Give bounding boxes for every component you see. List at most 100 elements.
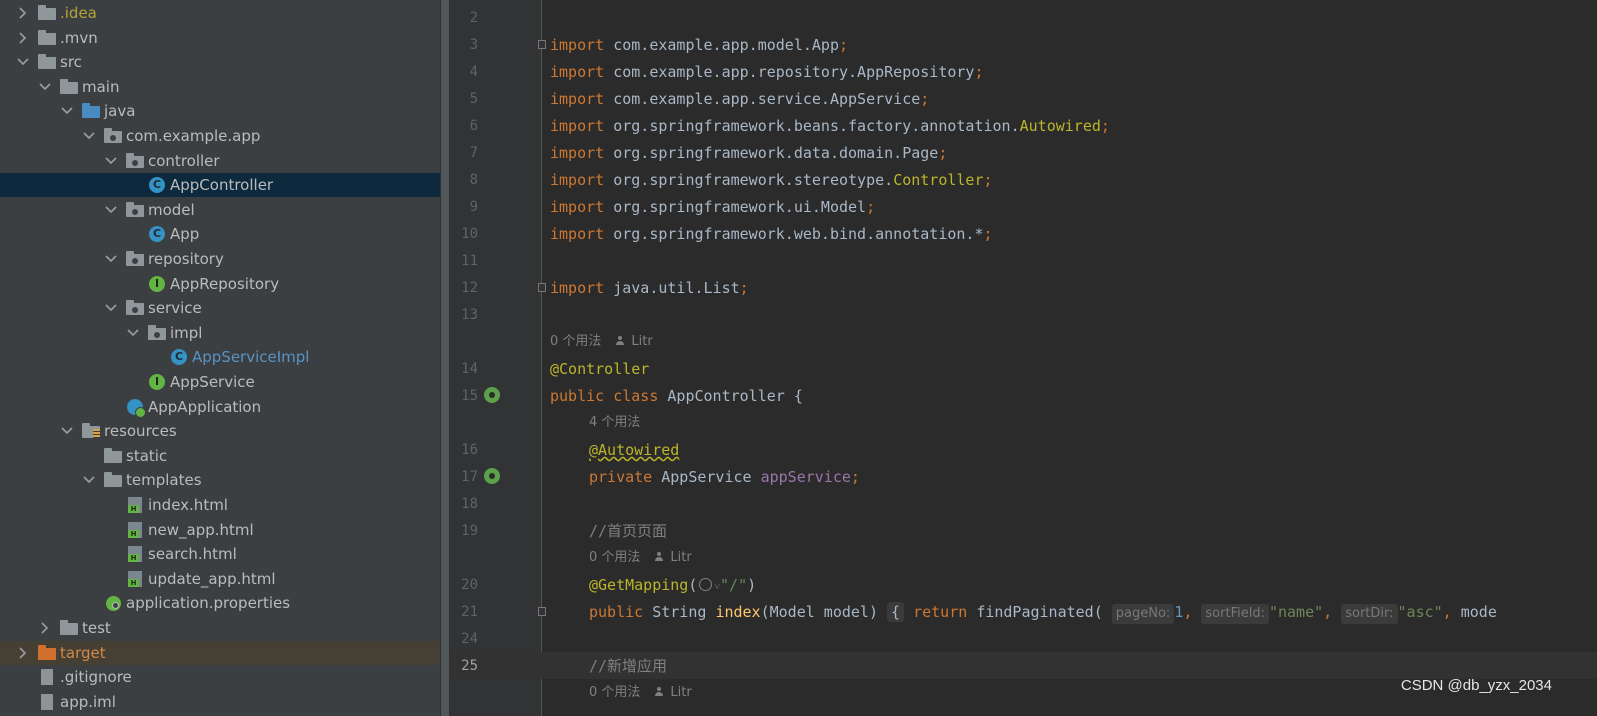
usages-hint-text[interactable]: 0 个用法 <box>550 334 601 349</box>
tree-item-app-iml[interactable]: app.iml <box>0 690 440 714</box>
tree-item-impl[interactable]: impl <box>0 321 440 345</box>
chevron-down-icon[interactable] <box>104 249 120 269</box>
tree-item-label: target <box>60 643 106 662</box>
tree-item-appapplication[interactable]: AppApplication <box>0 395 440 419</box>
author-hint[interactable]: Litr <box>670 685 691 700</box>
author-hint[interactable]: Litr <box>631 334 652 349</box>
tree-item-static[interactable]: static <box>0 444 440 468</box>
code-line-2[interactable]: 2 <box>450 4 1597 31</box>
tree-item-mvn[interactable]: .mvn <box>0 26 440 50</box>
tree-item-templates[interactable]: templates <box>0 468 440 492</box>
string-literal: "/" <box>720 576 748 594</box>
usage-hint[interactable]: 0 个用法 Litr <box>450 328 1597 355</box>
autowired-gutter-icon[interactable] <box>484 468 500 484</box>
usages-hint-text[interactable]: 4 个用法 <box>589 415 640 430</box>
import-path: org.springframework.web.bind.annotation.… <box>613 225 984 243</box>
code-line-15[interactable]: 15 public class AppController { <box>450 382 1597 409</box>
code-line-20[interactable]: 20 @GetMapping(˅"/") <box>450 571 1597 598</box>
tree-item-apprepository[interactable]: I AppRepository <box>0 272 440 296</box>
tree-item-appcontroller[interactable]: C AppController <box>0 173 440 198</box>
chevron-down-icon[interactable] <box>38 77 54 97</box>
code-line-5[interactable]: 5 import com.example.app.service.AppServi… <box>450 85 1597 112</box>
tree-item-java[interactable]: java <box>0 99 440 123</box>
tree-item-label: AppService <box>170 373 255 391</box>
globe-icon[interactable] <box>699 578 713 591</box>
code-line-14[interactable]: 14 @Controller <box>450 355 1597 382</box>
line-number: 6 <box>469 118 478 134</box>
tree-item-com-example-app[interactable]: com.example.app <box>0 124 440 148</box>
code-line-12[interactable]: 12 import java.util.List; <box>450 274 1597 301</box>
tree-item-label: impl <box>170 323 203 342</box>
annotation: @GetMapping <box>589 576 689 594</box>
tree-item-resources[interactable]: resources <box>0 419 440 443</box>
code-line-9[interactable]: 9 import org.springframework.ui.Model; <box>450 193 1597 220</box>
fold-marker-icon[interactable] <box>538 40 546 49</box>
fold-marker-icon[interactable] <box>538 607 546 616</box>
chevron-down-icon[interactable] <box>104 200 120 220</box>
tree-item-idea[interactable]: .idea <box>0 1 440 25</box>
tree-item-service[interactable]: service <box>0 296 440 320</box>
code-line-16[interactable]: 16 @Autowired <box>450 436 1597 463</box>
fold-marker-icon[interactable] <box>538 283 546 292</box>
chevron-right-icon[interactable] <box>16 3 32 23</box>
tree-item-appservice[interactable]: I AppService <box>0 370 440 394</box>
folded-block[interactable]: { <box>887 602 905 622</box>
code-line-6[interactable]: 6 import org.springframework.beans.factor… <box>450 112 1597 139</box>
code-line-17[interactable]: 17 private AppService appService; <box>450 463 1597 490</box>
tree-item-search-html[interactable]: Hsearch.html <box>0 542 440 566</box>
code-line-4[interactable]: 4 import com.example.app.repository.AppRe… <box>450 58 1597 85</box>
line-number: 12 <box>461 280 478 296</box>
line-number: 10 <box>461 226 478 242</box>
tree-item-model[interactable]: model <box>0 198 440 222</box>
spring-bean-gutter-icon[interactable] <box>484 387 500 403</box>
keyword: public <box>589 603 644 621</box>
tree-item-controller[interactable]: controller <box>0 149 440 173</box>
tree-item-app[interactable]: C App <box>0 222 440 246</box>
chevron-down-icon[interactable] <box>60 101 76 121</box>
semicolon: ; <box>974 63 984 81</box>
chevron-down-icon[interactable] <box>82 470 98 490</box>
tree-item-test[interactable]: test <box>0 616 440 640</box>
tree-item-new-app-html[interactable]: Hnew_app.html <box>0 518 440 542</box>
code-editor[interactable]: 2 3 import com.example.app.model.App; 4 impo… <box>450 0 1597 716</box>
code-line-19[interactable]: 19 //首页页面 <box>450 517 1597 544</box>
tree-item-application-properties[interactable]: application.properties <box>0 591 440 615</box>
code-line-10[interactable]: 10 import org.springframework.web.bind.an… <box>450 220 1597 247</box>
code-line-24[interactable]: 24 <box>450 625 1597 652</box>
tree-item-update-app-html[interactable]: Hupdate_app.html <box>0 567 440 591</box>
tree-item-appserviceimpl[interactable]: C AppServiceImpl <box>0 345 440 369</box>
code-line-7[interactable]: 7 import org.springframework.data.domain.… <box>450 139 1597 166</box>
chevron-down-icon[interactable] <box>104 298 120 318</box>
tree-item-index-html[interactable]: Hindex.html <box>0 493 440 517</box>
usages-hint-text[interactable]: 0 个用法 <box>589 685 640 700</box>
keyword: return <box>913 603 968 621</box>
author-hint[interactable]: Litr <box>670 550 691 565</box>
panel-splitter[interactable] <box>440 0 450 716</box>
chevron-right-icon[interactable] <box>38 618 54 638</box>
tree-item-target[interactable]: target <box>0 640 440 665</box>
code-line-11[interactable]: 11 <box>450 247 1597 274</box>
string-literal: "asc" <box>1397 603 1443 621</box>
chevron-right-icon[interactable] <box>16 643 32 663</box>
usage-hint[interactable]: 0 个用法 Litr <box>450 544 1597 571</box>
code-line-13[interactable]: 13 <box>450 301 1597 328</box>
tree-item-main[interactable]: main <box>0 75 440 99</box>
code-line-25[interactable]: 25 //新增应用 <box>450 652 1597 679</box>
code-line-21[interactable]: 21 public String index(Model model) { re… <box>450 598 1597 625</box>
chevron-down-icon[interactable] <box>82 126 98 146</box>
chevron-right-icon[interactable] <box>16 28 32 48</box>
tree-item-label: .gitignore <box>60 668 132 687</box>
code-line-3[interactable]: 3 import com.example.app.model.App; <box>450 31 1597 58</box>
usage-hint[interactable]: 4 个用法 <box>450 409 1597 436</box>
chevron-down-icon[interactable] <box>126 323 142 343</box>
tree-item-label: application.properties <box>126 594 291 613</box>
chevron-down-icon[interactable] <box>60 421 76 441</box>
tree-item-repository[interactable]: repository <box>0 247 440 271</box>
tree-item-src[interactable]: src <box>0 50 440 74</box>
code-line-8[interactable]: 8 import org.springframework.stereotype.C… <box>450 166 1597 193</box>
code-line-18[interactable]: 18 <box>450 490 1597 517</box>
usages-hint-text[interactable]: 0 个用法 <box>589 550 640 565</box>
tree-item-gitignore[interactable]: .gitignore <box>0 665 440 689</box>
chevron-down-icon[interactable] <box>16 52 32 72</box>
chevron-down-icon[interactable] <box>104 151 120 171</box>
